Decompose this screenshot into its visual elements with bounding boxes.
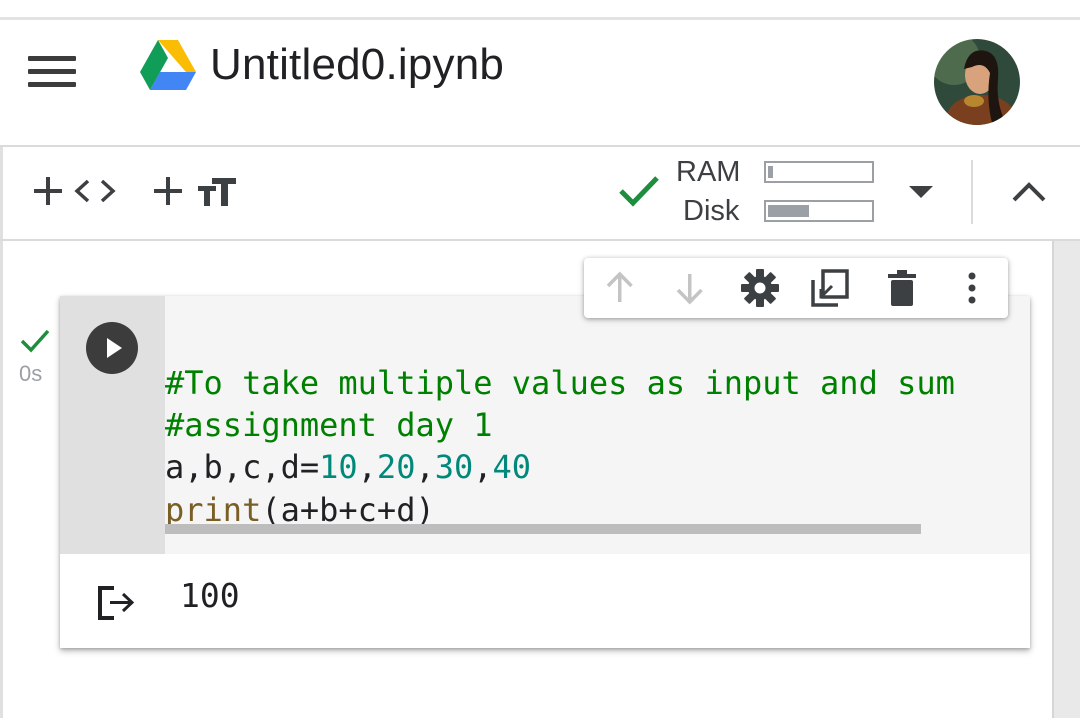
code-token-number: 10: [319, 448, 358, 486]
user-avatar[interactable]: [934, 39, 1020, 125]
code-editor[interactable]: #To take multiple values as input and su…: [165, 296, 1030, 554]
output-text: 100: [180, 576, 240, 615]
code-token-number: 20: [376, 448, 416, 486]
code-token-comma: ,: [473, 448, 493, 486]
disk-usage-fill: [768, 205, 809, 217]
add-code-cell-button[interactable]: [32, 172, 116, 212]
clear-output-icon[interactable]: [96, 584, 138, 622]
code-token-vars: a,b,c,d=: [165, 448, 320, 486]
more-options-vertical-icon[interactable]: [952, 268, 992, 308]
mirror-cell-in-tab-icon[interactable]: [810, 268, 850, 308]
code-token-number: 40: [492, 448, 532, 486]
execution-success-check-icon: [20, 329, 50, 353]
menu-icon[interactable]: [28, 54, 76, 88]
run-cell-button[interactable]: [86, 322, 138, 374]
code-token-comma: ,: [415, 448, 435, 486]
connected-check-icon: [619, 176, 659, 207]
ram-label[interactable]: RAM: [676, 156, 740, 189]
code-token-comma: ,: [357, 448, 377, 486]
cell-output: 100: [60, 554, 1030, 648]
move-cell-up-arrow-icon[interactable]: [600, 268, 640, 308]
move-cell-down-arrow-icon[interactable]: [670, 268, 710, 308]
add-text-cell-button[interactable]: [152, 172, 238, 212]
delete-trash-icon[interactable]: [882, 268, 922, 308]
code-line-comment-2: #assignment day 1: [165, 406, 493, 444]
play-icon: [107, 338, 122, 358]
disk-label[interactable]: Disk: [683, 195, 739, 228]
ram-usage-fill: [768, 166, 773, 178]
collapse-chevron-up-icon[interactable]: [1010, 176, 1048, 206]
vertical-scrollbar[interactable]: [1052, 241, 1080, 718]
code-line-assignment: a,b,c,d=10,20,30,40: [165, 448, 531, 486]
notebook-title[interactable]: Untitled0.ipynb: [210, 40, 504, 90]
toolbar-separator: [971, 160, 973, 224]
google-drive-logo-icon: [140, 40, 196, 90]
disk-usage-bar[interactable]: [764, 200, 874, 222]
cell-action-toolbar: [584, 258, 1008, 318]
code-cell[interactable]: #To take multiple values as input and su…: [60, 296, 1030, 648]
code-token-number: 30: [434, 448, 474, 486]
resources-dropdown-arrow-icon[interactable]: [908, 182, 934, 202]
settings-gear-icon[interactable]: [740, 268, 780, 308]
execution-time: 0s: [19, 361, 43, 386]
code-horizontal-scrollbar[interactable]: [165, 524, 921, 534]
ram-usage-bar[interactable]: [764, 161, 874, 183]
code-line-comment-1: #To take multiple values as input and su…: [165, 364, 955, 402]
